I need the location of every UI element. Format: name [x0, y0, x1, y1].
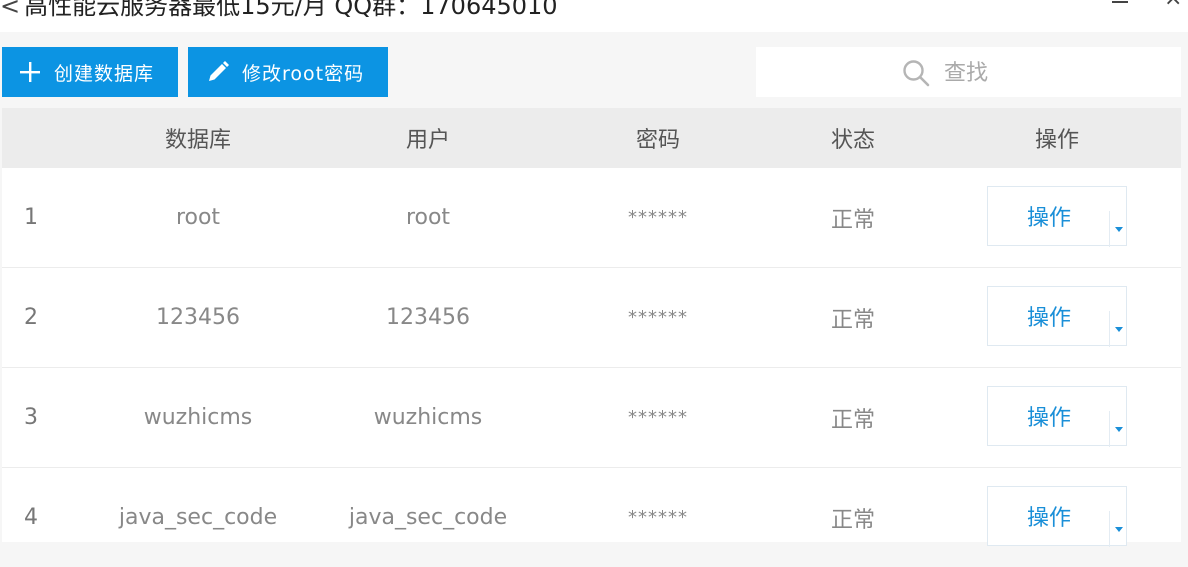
row-number: 1: [24, 205, 38, 230]
change-root-password-label: 修改root密码: [242, 62, 365, 85]
close-icon[interactable]: ×: [1164, 0, 1182, 11]
row-password: ******: [628, 507, 688, 528]
chevron-down-icon[interactable]: [1115, 427, 1123, 432]
row-database: root: [175, 205, 221, 230]
header-actions: 操作: [1034, 128, 1079, 153]
table-row: 3 wuzhicms wuzhicms ****** 正常 操作: [2, 368, 1181, 468]
action-divider: [1109, 311, 1110, 347]
row-number: 4: [24, 505, 38, 530]
row-user: 123456: [386, 305, 470, 330]
window-title: < 高性能云服务器最低15元/月 QQ群：170645010: [0, 0, 558, 21]
row-action-button[interactable]: 操作: [987, 186, 1127, 247]
row-status: 正常: [830, 407, 875, 433]
search-box[interactable]: [756, 47, 1181, 97]
row-status: 正常: [830, 207, 875, 233]
table-row: 4 java_sec_code java_sec_code ****** 正常 …: [2, 468, 1181, 547]
plus-icon: [18, 60, 42, 84]
row-password: ******: [628, 407, 688, 428]
table-row: 2 123456 123456 ****** 正常 操作: [2, 268, 1181, 368]
row-user: root: [405, 205, 451, 230]
header-status: 状态: [830, 128, 875, 153]
row-number: 2: [24, 305, 38, 330]
row-database: 123456: [156, 305, 240, 330]
header-password: 密码: [635, 128, 680, 153]
change-root-password-button[interactable]: 修改root密码: [188, 47, 388, 97]
row-action-label: 操作: [1026, 306, 1071, 331]
header-no: [24, 108, 64, 168]
header-database: 数据库: [164, 128, 231, 153]
window-title-text: 高性能云服务器最低15元/月 QQ群：170645010: [24, 0, 558, 20]
create-database-button[interactable]: 创建数据库: [2, 47, 178, 97]
row-action-label: 操作: [1026, 206, 1071, 231]
row-action-button[interactable]: 操作: [987, 486, 1127, 547]
row-action-label: 操作: [1026, 406, 1071, 431]
create-database-label: 创建数据库: [54, 62, 155, 85]
row-action-button[interactable]: 操作: [987, 286, 1127, 347]
row-password: ******: [628, 307, 688, 328]
row-action-label: 操作: [1026, 506, 1071, 531]
header-user: 用户: [405, 128, 450, 153]
action-divider: [1109, 411, 1110, 447]
row-number: 3: [24, 405, 38, 430]
chevron-down-icon[interactable]: [1115, 327, 1123, 332]
action-divider: [1109, 211, 1110, 247]
row-status: 正常: [830, 507, 875, 533]
row-user: java_sec_code: [348, 505, 508, 530]
search-input[interactable]: [942, 55, 1166, 91]
row-user: wuzhicms: [373, 405, 483, 430]
window-titlebar: <高性能云服务器最低15元/月 QQ群：170645010 ×: [0, 0, 1188, 32]
pencil-icon: [206, 60, 230, 84]
row-action-button[interactable]: 操作: [987, 386, 1127, 447]
chevron-down-icon[interactable]: [1115, 227, 1123, 232]
row-password: ******: [628, 207, 688, 228]
search-icon: [902, 59, 930, 87]
chevron-down-icon[interactable]: [1115, 527, 1123, 532]
row-status: 正常: [830, 307, 875, 333]
row-database: java_sec_code: [118, 505, 278, 530]
row-database: wuzhicms: [143, 405, 253, 430]
back-glyph[interactable]: <: [0, 0, 20, 20]
table-row: 1 root root ****** 正常 操作: [2, 168, 1181, 268]
table-header: 数据库 用户 密码 状态 操作: [2, 108, 1181, 168]
